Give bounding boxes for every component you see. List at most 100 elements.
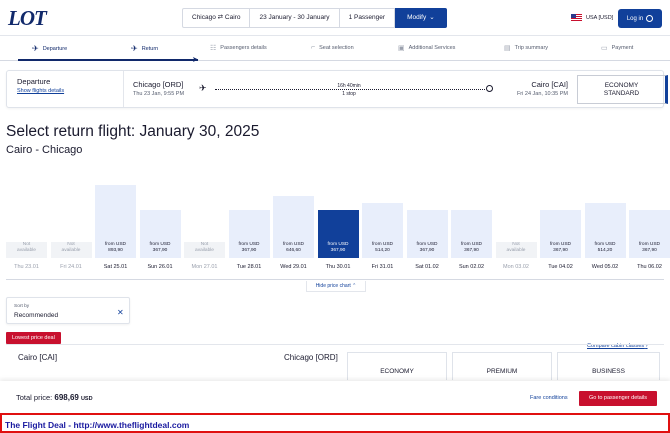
- step-passengers: ☷ Passengers details: [210, 45, 267, 52]
- total-value: 698,69: [54, 393, 79, 402]
- departure-header: Departure Show flights details: [17, 77, 64, 94]
- sort-select[interactable]: Sort by Recommended ✕: [6, 297, 130, 324]
- price-day-5[interactable]: from USD 367,90 Tue 28.01: [228, 180, 270, 272]
- price-day-13[interactable]: from USD 514,20 Wed 05.02: [584, 180, 626, 272]
- price-day-label: Mon 27.01: [191, 264, 218, 270]
- divider: [123, 71, 124, 107]
- price-bar-value: 893,90: [108, 248, 123, 253]
- currency-label: USA [USD]: [586, 14, 614, 21]
- watermark-text: The Flight Deal - http://www.theflightde…: [5, 420, 190, 430]
- price-day-label: Thu 23.01: [14, 264, 39, 270]
- plane-departure-icon: ✈: [32, 44, 39, 53]
- price-chart: Not available Thu 23.01 Not available Fri 24.…: [6, 180, 670, 272]
- price-day-label: Wed 05.02: [591, 264, 619, 270]
- step-services: ▣ Additional Services: [398, 45, 456, 52]
- show-flight-details-link[interactable]: Show flights details: [17, 88, 64, 94]
- price-day-14[interactable]: from USD 367,90 Thu 06.02: [629, 180, 670, 272]
- passengers-icon: ☷: [210, 45, 217, 52]
- hide-price-chart-button[interactable]: Hide price chart ⌃: [306, 281, 366, 292]
- price-day-6[interactable]: from USD 646,60 Wed 29.01: [273, 180, 314, 272]
- price-bar[interactable]: from USD 514,20: [584, 203, 626, 258]
- user-icon: [646, 15, 654, 22]
- login-button[interactable]: Log in: [618, 9, 662, 28]
- departure-title: Departure: [17, 77, 51, 86]
- currency-selector[interactable]: USA [USD]: [571, 14, 613, 21]
- price-day-label: Thu 30.01: [325, 264, 351, 270]
- lot-logo[interactable]: LOT: [8, 6, 47, 31]
- price-day-9[interactable]: from USD 367,90 Sat 01.02: [406, 180, 448, 272]
- step-payment: ▭ Payment: [601, 45, 634, 52]
- price-bar: Not available: [6, 242, 47, 258]
- price-day-label: Sat 25.01: [103, 264, 128, 270]
- fare-conditions-link[interactable]: Fare conditions: [530, 395, 568, 401]
- result-origin: Cairo [CAI]: [18, 353, 58, 362]
- modify-label: Modify: [407, 14, 427, 21]
- departure-summary-card: Departure Show flights details Chicago […: [6, 70, 668, 108]
- price-bar[interactable]: from USD 514,20: [362, 203, 403, 258]
- price-day-label: Fri 24.01: [60, 264, 82, 270]
- price-bar-value: 514,20: [375, 248, 390, 253]
- step-departure[interactable]: ✈ Departure: [32, 44, 67, 53]
- price-bar[interactable]: from USD 367,90: [317, 210, 359, 258]
- price-day-2[interactable]: from USD 893,90 Sat 25.01: [95, 180, 136, 272]
- services-icon: ▣: [398, 45, 405, 52]
- origin-city: Chicago [ORD]: [133, 80, 184, 89]
- route-line: [215, 89, 485, 90]
- price-day-10[interactable]: from USD 367,90 Sun 02.02: [451, 180, 492, 272]
- price-bar: Not available: [184, 242, 225, 258]
- price-day-label: Tue 04.02: [548, 264, 573, 270]
- total-currency: USD: [80, 396, 93, 402]
- price-bar-value: 646,60: [286, 248, 301, 253]
- cabin-economy[interactable]: ECONOMY: [347, 352, 447, 380]
- price-day-11: Not available Mon 03.02: [495, 180, 537, 272]
- price-day-4: Not available Mon 27.01: [184, 180, 225, 272]
- seat-icon: ⌐: [311, 44, 316, 51]
- sort-label: Sort by: [14, 304, 30, 309]
- price-day-3[interactable]: from USD 367,90 Sun 26.01: [139, 180, 181, 272]
- price-day-1: Not available Fri 24.01: [50, 180, 92, 272]
- price-bar-value: 367,90: [152, 248, 168, 253]
- price-bar-value: 367,90: [330, 248, 346, 253]
- price-bar-value: 367,90: [553, 248, 568, 253]
- price-bar[interactable]: from USD 646,60: [273, 196, 314, 258]
- cabin-business[interactable]: BUSINESS: [557, 352, 660, 380]
- us-flag-icon: [571, 14, 582, 21]
- price-bar[interactable]: from USD 367,90: [629, 210, 670, 258]
- price-bar[interactable]: from USD 367,90: [540, 210, 581, 258]
- price-bar-value: 367,90: [464, 248, 479, 253]
- go-to-passenger-details-button[interactable]: Go to passenger details: [579, 391, 657, 406]
- sort-value: Recommended: [14, 312, 59, 319]
- chart-baseline: [6, 279, 664, 280]
- dates-field[interactable]: 23 January - 30 January: [250, 9, 340, 27]
- price-bar[interactable]: from USD 367,90: [451, 210, 492, 258]
- price-bar: Not available: [50, 242, 92, 258]
- price-bar[interactable]: from USD 367,90: [406, 210, 448, 258]
- cabin-premium[interactable]: PREMIUM: [452, 352, 552, 380]
- price-bar[interactable]: from USD 367,90: [139, 210, 181, 258]
- price-bar[interactable]: from USD 367,90: [228, 210, 270, 258]
- departure-destination: Cairo [CAI] Fri 24 Jan, 10:35 PM: [504, 80, 568, 97]
- price-day-label: Wed 29.01: [280, 264, 307, 270]
- login-label: Log in: [626, 15, 644, 22]
- price-day-8[interactable]: from USD 514,20 Fri 31.01: [362, 180, 403, 272]
- step-summary: ▤ Trip summary: [504, 45, 549, 52]
- price-bar[interactable]: from USD 893,90: [95, 185, 136, 258]
- passengers-field[interactable]: 1 Passenger: [340, 9, 396, 27]
- price-day-0: Not available Thu 23.01: [6, 180, 47, 272]
- flight-stops: 1 stop: [342, 91, 356, 97]
- close-icon[interactable]: ✕: [117, 308, 124, 317]
- step-seat: ⌐ Seat selection: [311, 44, 354, 51]
- price-bar-value: available: [17, 248, 36, 253]
- search-summary[interactable]: Chicago ⇄ Cairo 23 January - 30 January …: [182, 8, 447, 28]
- price-day-7[interactable]: from USD 367,90 Thu 30.01: [317, 180, 359, 272]
- dest-time: Fri 24 Jan, 10:35 PM: [516, 91, 568, 97]
- price-bar: Not available: [495, 242, 537, 258]
- step-return[interactable]: ✈ Return: [131, 44, 158, 53]
- modify-button[interactable]: Modify ⌄: [395, 8, 447, 28]
- price-day-12[interactable]: from USD 367,90 Tue 04.02: [540, 180, 581, 272]
- selected-cabin[interactable]: ECONOMY STANDARD: [577, 75, 668, 104]
- route-field[interactable]: Chicago ⇄ Cairo: [183, 9, 251, 27]
- price-bar-value: 367,90: [642, 248, 657, 253]
- result-destination: Chicago [ORD]: [284, 353, 338, 362]
- steps-progress: [18, 59, 198, 61]
